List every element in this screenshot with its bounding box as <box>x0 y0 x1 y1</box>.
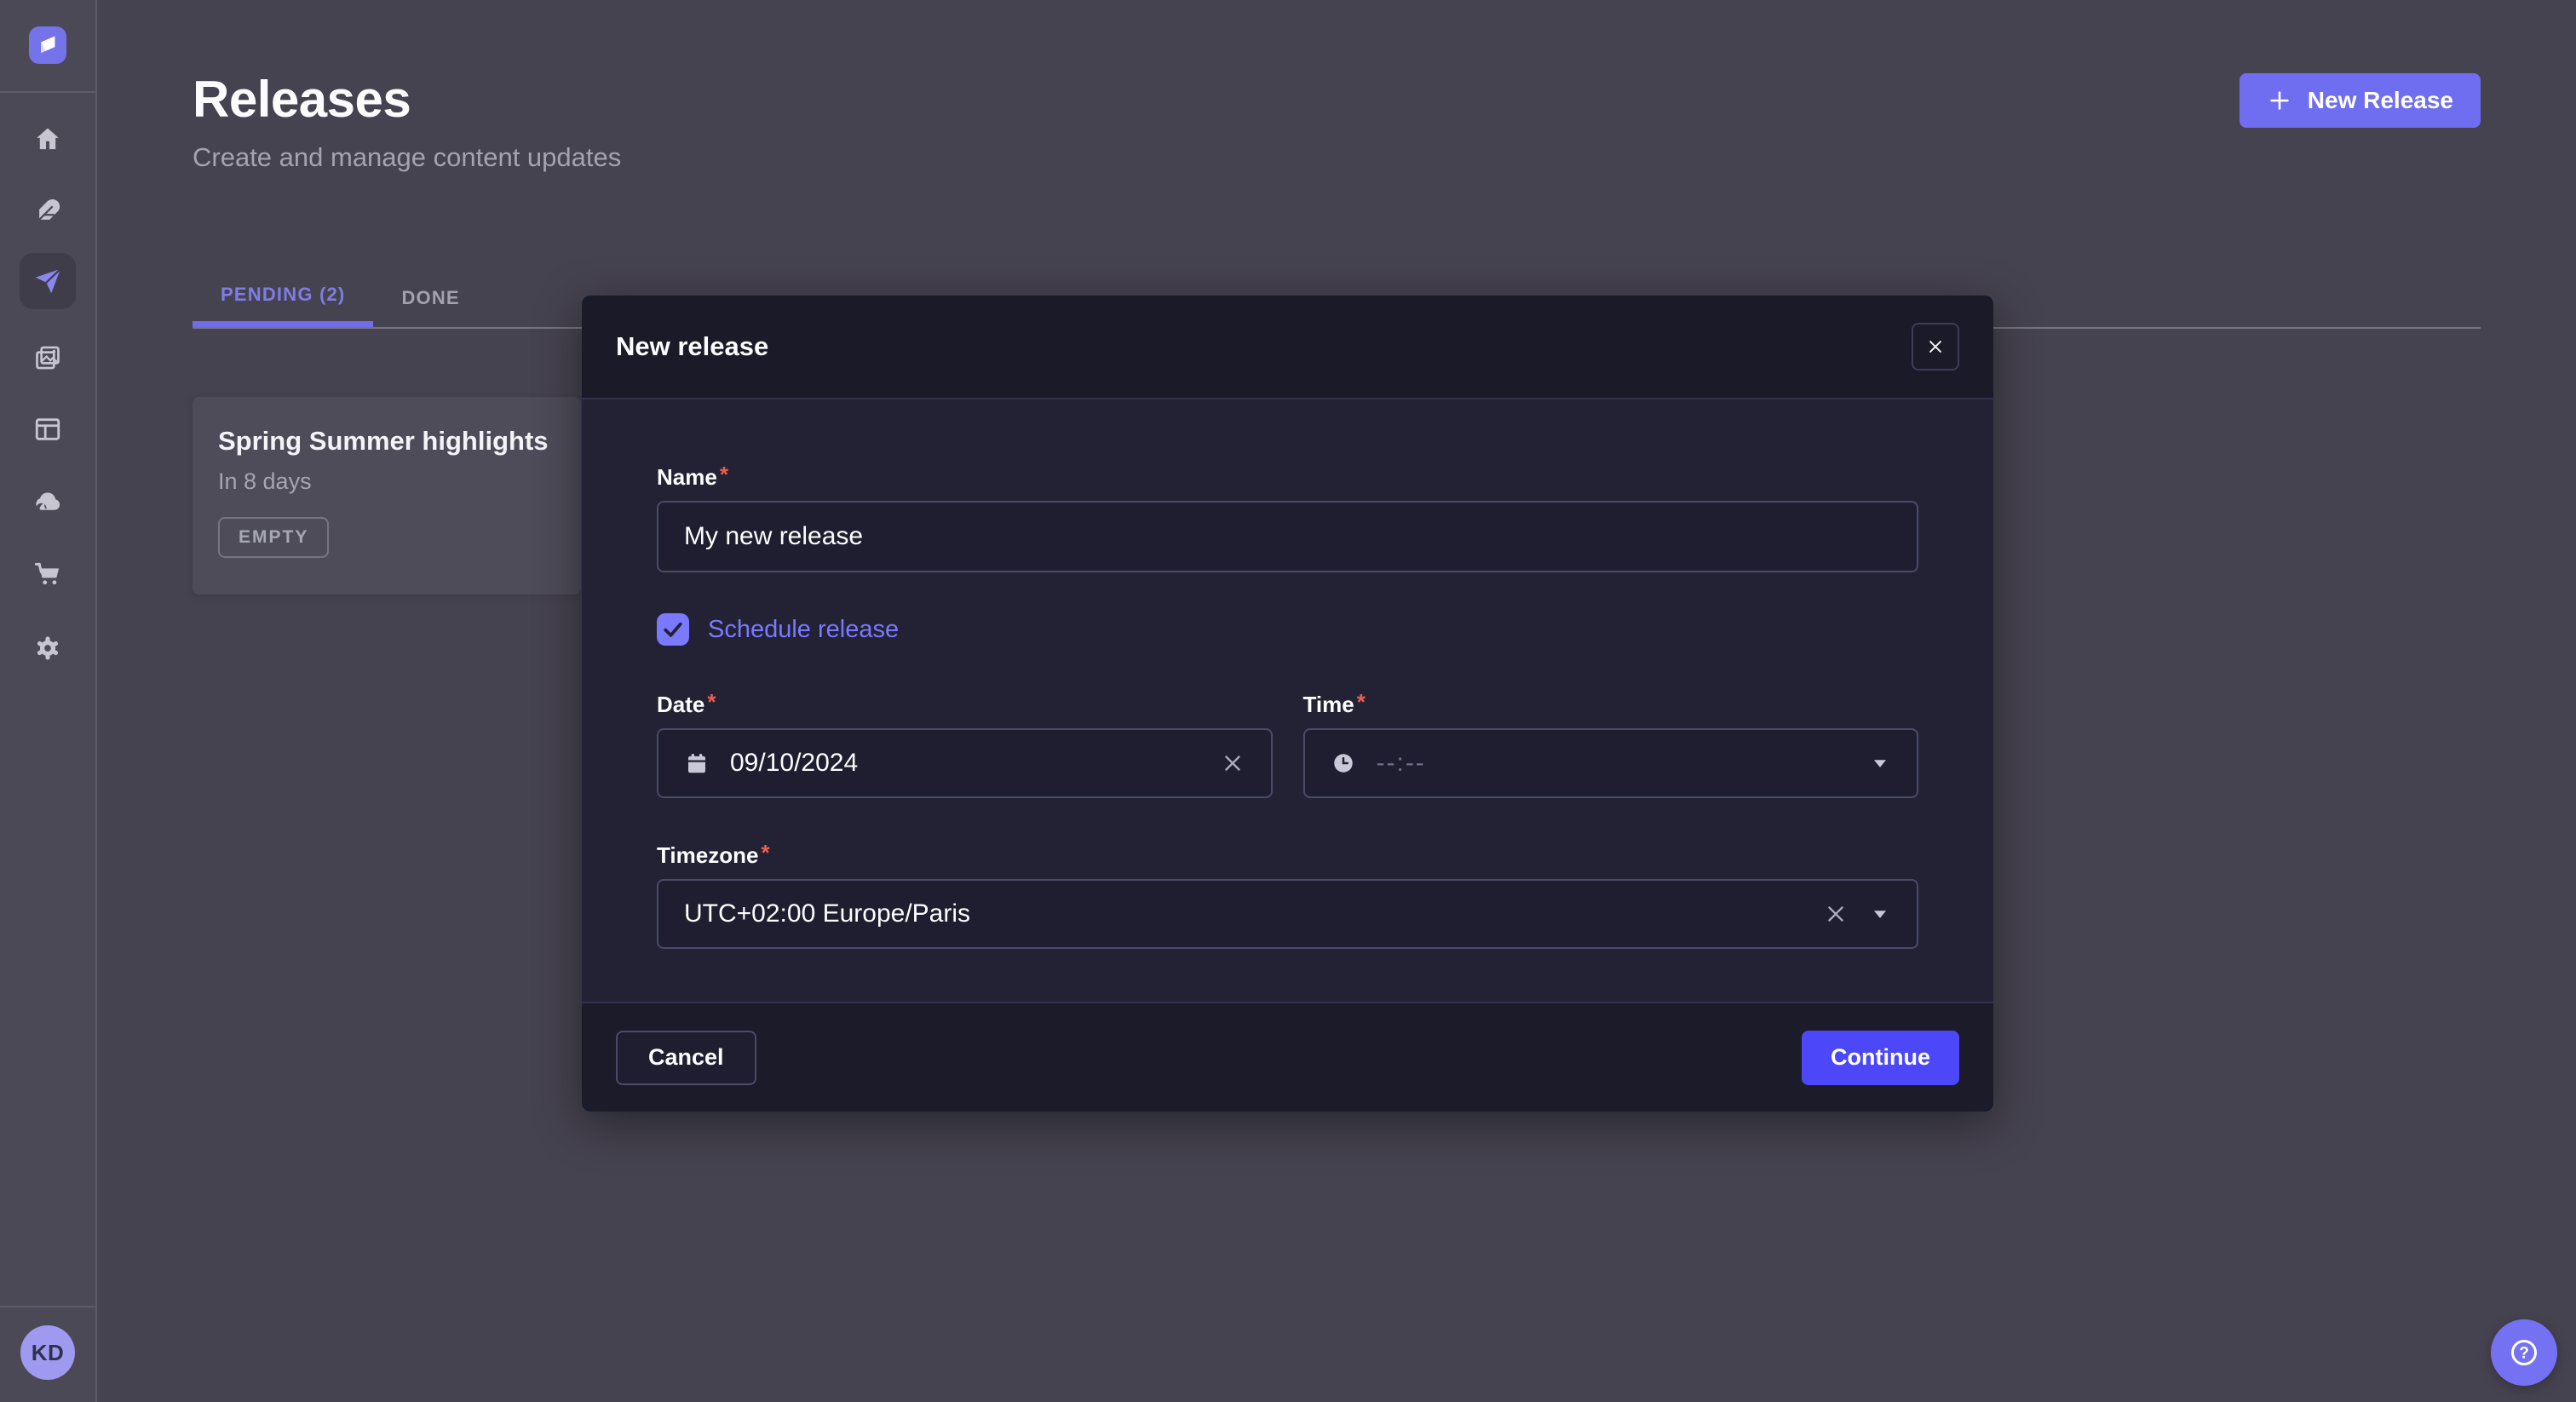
sidebar-item-releases-active[interactable] <box>0 253 95 309</box>
gear-icon <box>33 634 62 663</box>
help-button[interactable]: ? <box>2491 1319 2557 1386</box>
sidebar-item-cloud[interactable] <box>0 474 95 530</box>
name-label-row: Name * <box>657 464 1918 491</box>
time-field-group: Time * --:-- <box>1303 692 1919 798</box>
page-header: Releases Create and manage content updat… <box>193 0 2481 173</box>
schedule-release-row[interactable]: Schedule release <box>657 613 1918 646</box>
release-card-status-badge: EMPTY <box>218 517 329 558</box>
strapi-logo-icon <box>29 26 66 64</box>
date-label: Date <box>657 692 704 718</box>
active-item-highlight <box>20 253 76 309</box>
new-release-button[interactable]: New Release <box>2240 73 2481 128</box>
cloud-icon <box>32 486 63 517</box>
time-caret-button[interactable] <box>1869 752 1891 774</box>
plus-icon <box>2267 88 2292 113</box>
timezone-value: UTC+02:00 Europe/Paris <box>684 899 970 928</box>
feather-icon <box>33 197 62 226</box>
modal-title: New release <box>616 331 768 362</box>
name-input[interactable] <box>657 501 1918 572</box>
time-label-row: Time * <box>1303 692 1919 718</box>
continue-button[interactable]: Continue <box>1802 1031 1959 1085</box>
date-picker-input[interactable]: 09/10/2024 <box>657 728 1273 798</box>
required-asterisk: * <box>1357 689 1366 715</box>
timezone-label-row: Timezone * <box>657 842 1918 869</box>
close-icon <box>1924 336 1946 358</box>
layout-icon <box>33 415 62 444</box>
avatar-initials: KD <box>32 1340 65 1366</box>
date-time-row: Date * 09/10/2024 <box>657 692 1918 798</box>
schedule-release-label: Schedule release <box>708 616 899 644</box>
sidebar-divider-top <box>0 91 95 93</box>
time-placeholder: --:-- <box>1377 749 1426 778</box>
cancel-button[interactable]: Cancel <box>616 1031 756 1085</box>
release-card[interactable]: Spring Summer highlights In 8 days EMPTY <box>193 397 581 595</box>
question-mark-icon: ? <box>2506 1335 2542 1370</box>
sidebar-item-home[interactable] <box>0 111 95 167</box>
release-card-due: In 8 days <box>218 468 555 495</box>
release-card-title: Spring Summer highlights <box>218 426 555 457</box>
time-picker-input[interactable]: --:-- <box>1303 728 1919 798</box>
modal-footer: Cancel Continue <box>582 1002 1993 1112</box>
required-asterisk: * <box>720 462 728 488</box>
timezone-field-group: Timezone * UTC+02:00 Europe/Paris <box>657 842 1918 949</box>
page-subtitle: Create and manage content updates <box>193 142 621 173</box>
date-value: 09/10/2024 <box>730 749 858 778</box>
sidebar-item-marketplace[interactable] <box>0 545 95 601</box>
checkmark-icon <box>660 617 686 642</box>
calendar-icon <box>684 750 710 776</box>
sidebar-divider-bottom <box>0 1306 95 1307</box>
date-field-group: Date * 09/10/2024 <box>657 692 1273 798</box>
page-title: Releases <box>193 70 621 129</box>
required-asterisk: * <box>761 840 769 866</box>
sidebar-item-content-builder[interactable] <box>0 183 95 239</box>
timezone-caret-button[interactable] <box>1869 903 1891 925</box>
strapi-logo-glyph <box>30 27 66 63</box>
date-label-row: Date * <box>657 692 1273 718</box>
workspace-logo-button[interactable] <box>0 17 95 73</box>
paper-plane-icon <box>32 266 63 296</box>
sidebar-item-settings[interactable] <box>0 620 95 676</box>
date-clear-button[interactable] <box>1220 750 1245 776</box>
tab-done[interactable]: DONE <box>373 268 487 327</box>
required-asterisk: * <box>707 689 716 715</box>
sidebar: KD <box>0 0 97 1402</box>
new-release-button-label: New Release <box>2308 87 2453 114</box>
schedule-release-checkbox[interactable] <box>657 613 689 646</box>
cart-icon <box>33 559 62 588</box>
timezone-select[interactable]: UTC+02:00 Europe/Paris <box>657 879 1918 949</box>
user-avatar[interactable]: KD <box>20 1325 75 1380</box>
time-label: Time <box>1303 692 1354 718</box>
sidebar-item-layout[interactable] <box>0 401 95 457</box>
tab-done-label: DONE <box>401 287 459 309</box>
tab-pending[interactable]: PENDING (2) <box>193 268 373 327</box>
sidebar-item-media-library[interactable] <box>0 330 95 386</box>
modal-close-button[interactable] <box>1912 323 1959 371</box>
tab-pending-label: PENDING (2) <box>221 284 345 306</box>
page-header-text: Releases Create and manage content updat… <box>193 70 621 173</box>
name-label: Name <box>657 464 717 491</box>
svg-text:?: ? <box>2519 1345 2529 1363</box>
name-field-group: Name * <box>657 464 1918 572</box>
home-icon <box>33 124 62 153</box>
timezone-label: Timezone <box>657 842 758 869</box>
modal-body: Name * Schedule release Date * <box>582 399 1993 1002</box>
timezone-clear-button[interactable] <box>1823 901 1849 927</box>
modal-header: New release <box>582 296 1993 399</box>
media-library-icon <box>33 343 62 372</box>
clock-icon <box>1331 750 1356 776</box>
new-release-modal: New release Name * Schedule release <box>582 296 1993 1112</box>
